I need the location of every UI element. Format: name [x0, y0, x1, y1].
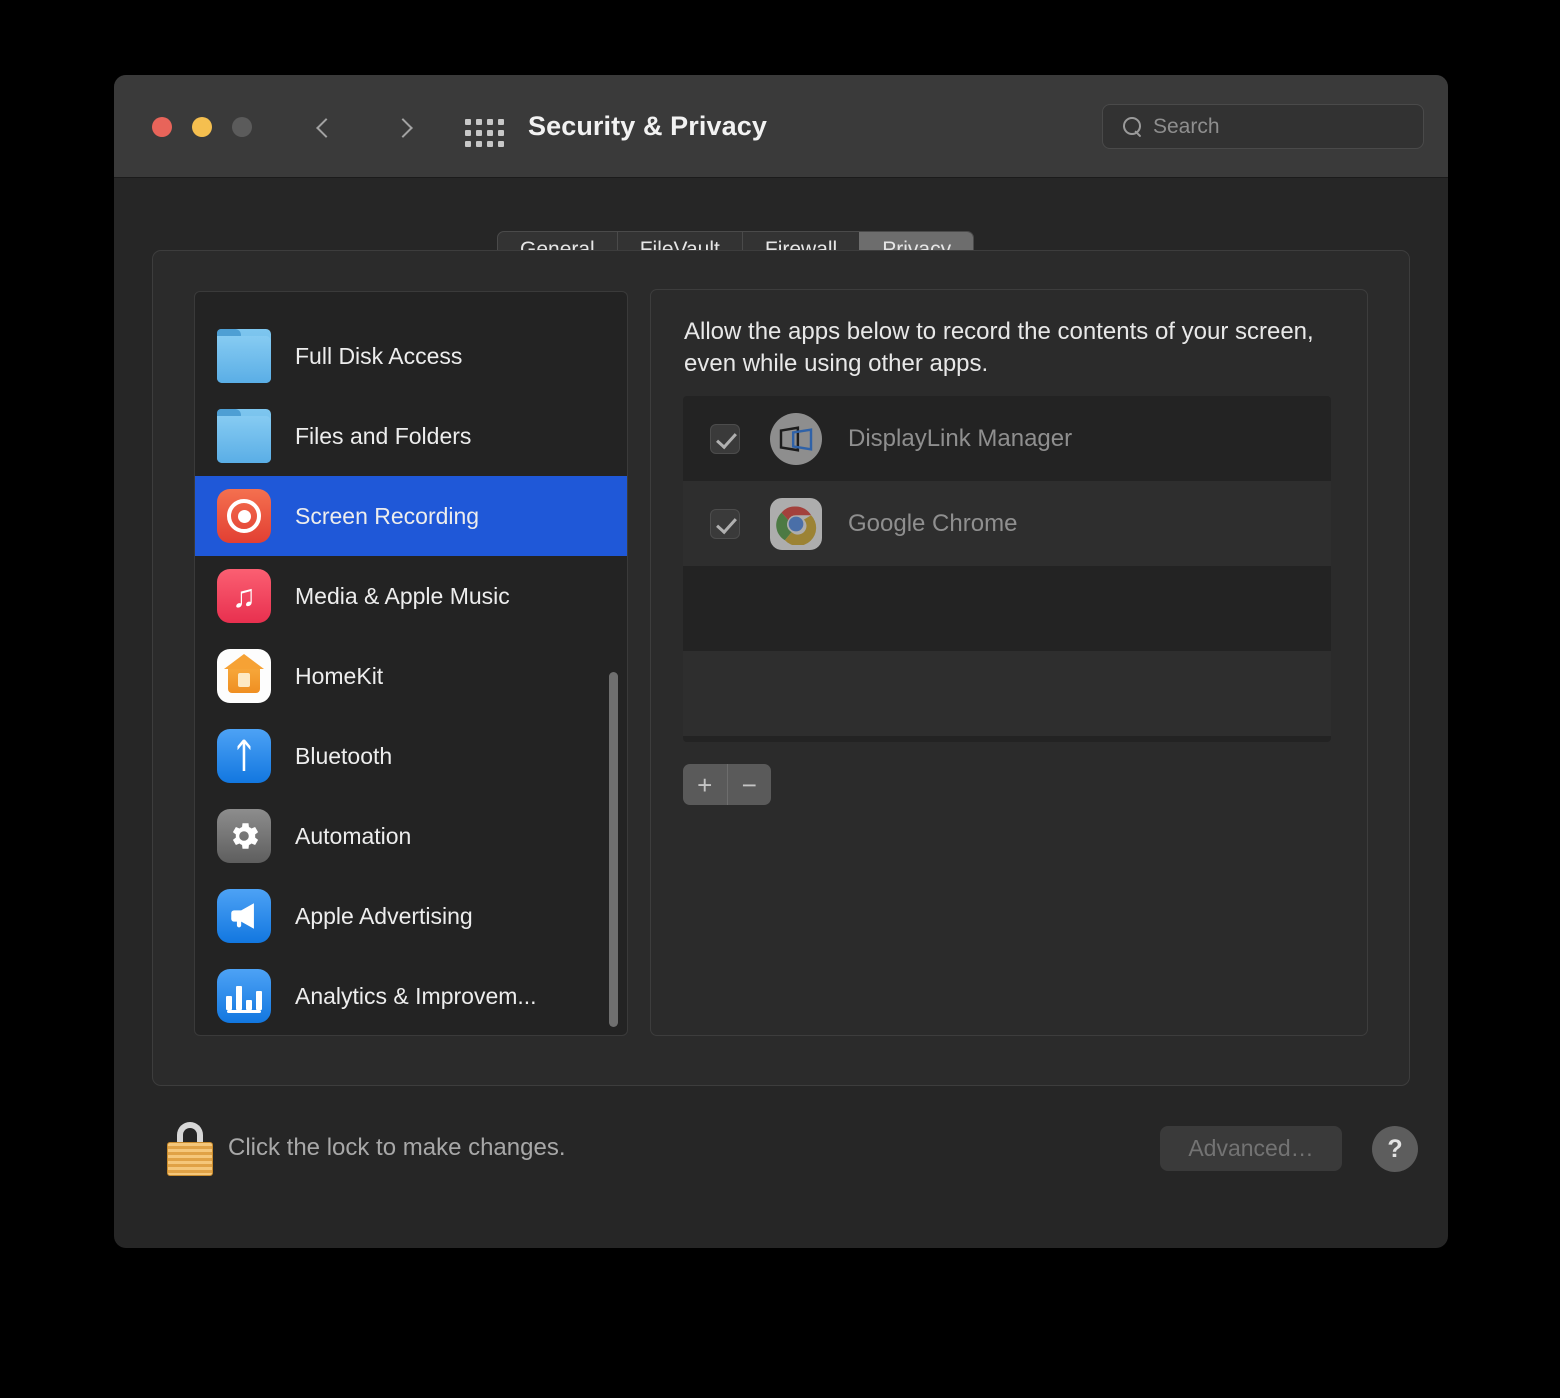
add-remove-controls: + − [683, 764, 771, 805]
table-row-empty [683, 736, 1331, 742]
chevron-right-icon [393, 118, 413, 138]
table-row-empty [683, 566, 1331, 651]
sidebar-item-label: Media & Apple Music [295, 583, 510, 610]
table-row[interactable]: Google Chrome [683, 481, 1331, 566]
forward-button[interactable] [386, 111, 420, 145]
sidebar-item-label: Analytics & Improvem... [295, 983, 537, 1010]
close-button[interactable] [152, 117, 172, 137]
homekit-house-icon [217, 649, 271, 703]
table-row-empty [683, 651, 1331, 736]
search-placeholder: Search [1153, 115, 1220, 139]
privacy-category-list: Full Disk Access Files and Folders Scree… [194, 291, 628, 1036]
displaylink-icon [770, 413, 822, 465]
remove-app-button[interactable]: − [727, 764, 772, 805]
chevron-left-icon [316, 118, 336, 138]
allowed-apps-list: DisplayLink Manager Google Chrome [683, 396, 1331, 742]
sidebar-item-label: HomeKit [295, 663, 383, 690]
sidebar-item-automation[interactable]: Automation [195, 796, 627, 876]
help-button[interactable]: ? [1372, 1126, 1418, 1172]
content-area: Full Disk Access Files and Folders Scree… [152, 250, 1410, 1086]
maximize-button [232, 117, 252, 137]
sidebar-item-label: Automation [295, 823, 411, 850]
sidebar-item-analytics-improvements[interactable]: Analytics & Improvem... [195, 956, 627, 1036]
show-all-icon[interactable] [465, 119, 504, 147]
advanced-button[interactable]: Advanced… [1160, 1126, 1342, 1171]
gear-icon [217, 809, 271, 863]
add-app-button[interactable]: + [683, 764, 727, 805]
sidebar-item-apple-advertising[interactable]: Apple Advertising [195, 876, 627, 956]
system-preferences-window: Security & Privacy Search General FileVa… [114, 75, 1448, 1248]
padlock-locked-icon[interactable] [167, 1122, 213, 1176]
table-row[interactable]: DisplayLink Manager [683, 396, 1331, 481]
folder-icon [217, 409, 271, 463]
chrome-icon [770, 498, 822, 550]
folder-icon [217, 329, 271, 383]
sidebar-item-label: Bluetooth [295, 743, 392, 770]
lock-message: Click the lock to make changes. [228, 1134, 566, 1162]
sidebar-item-label: Apple Advertising [295, 903, 473, 930]
traffic-lights [152, 117, 252, 137]
app-checkbox[interactable] [710, 509, 740, 539]
panel-description: Allow the apps below to record the conte… [684, 316, 1332, 380]
sidebar-item-label: Screen Recording [295, 503, 479, 530]
app-name: DisplayLink Manager [848, 425, 1072, 453]
sidebar-item-label: Files and Folders [295, 423, 471, 450]
music-note-icon: ♫ [217, 569, 271, 623]
sidebar-item-label: Full Disk Access [295, 343, 462, 370]
search-field[interactable]: Search [1102, 104, 1424, 149]
sidebar-item-bluetooth[interactable]: ᛏ Bluetooth [195, 716, 627, 796]
app-name: Google Chrome [848, 510, 1017, 538]
megaphone-icon [217, 889, 271, 943]
bluetooth-icon: ᛏ [217, 729, 271, 783]
screen-recording-panel: Allow the apps below to record the conte… [650, 289, 1368, 1036]
search-icon [1123, 117, 1143, 137]
page-title: Security & Privacy [528, 111, 767, 142]
footer-bar: Click the lock to make changes. Advanced… [114, 1086, 1448, 1248]
sidebar-item-screen-recording[interactable]: Screen Recording [195, 476, 627, 556]
sidebar-item-full-disk-access[interactable]: Full Disk Access [195, 316, 627, 396]
sidebar-scrollbar-thumb[interactable] [609, 672, 618, 1027]
minimize-button[interactable] [192, 117, 212, 137]
sidebar-item-media-apple-music[interactable]: ♫ Media & Apple Music [195, 556, 627, 636]
screen-recording-icon [217, 489, 271, 543]
sidebar-item-homekit[interactable]: HomeKit [195, 636, 627, 716]
back-button[interactable] [309, 111, 343, 145]
window-titlebar: Security & Privacy Search [114, 75, 1448, 178]
bar-chart-icon [217, 969, 271, 1023]
sidebar-scrollbar[interactable] [605, 292, 621, 1035]
app-checkbox[interactable] [710, 424, 740, 454]
sidebar-item-files-and-folders[interactable]: Files and Folders [195, 396, 627, 476]
